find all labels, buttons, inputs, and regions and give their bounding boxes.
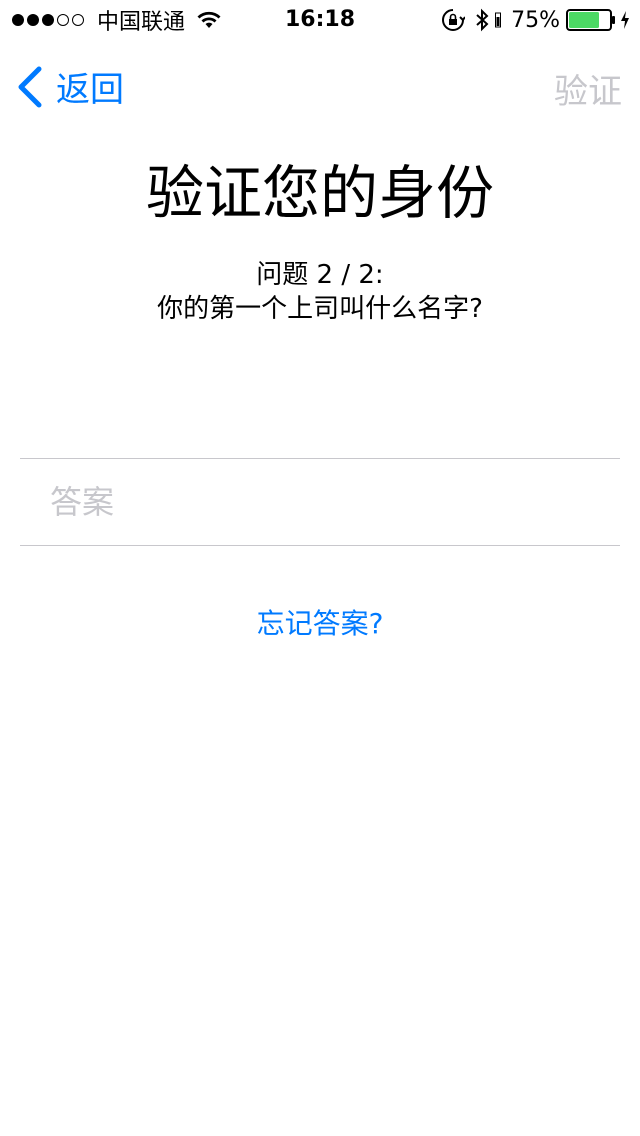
answer-field[interactable] xyxy=(20,460,620,544)
question-block: 问题 2 / 2: 你的第一个上司叫什么名字? xyxy=(0,258,640,326)
page-title: 验证您的身份 xyxy=(145,159,494,227)
chevron-left-icon xyxy=(18,66,42,107)
status-bar: 中国联通 16:18 75% xyxy=(0,0,640,40)
status-right: 75% xyxy=(441,6,630,34)
back-button[interactable]: 返回 xyxy=(14,62,124,111)
bluetooth-battery-icon xyxy=(495,12,502,28)
battery-percent: 75% xyxy=(511,7,560,33)
nav-bar: 返回 验证 xyxy=(0,40,640,128)
answer-bottom-divider xyxy=(20,545,620,546)
answer-top-divider xyxy=(20,458,620,459)
back-label: 返回 xyxy=(56,70,124,110)
question-text: 你的第一个上司叫什么名字? xyxy=(157,294,483,324)
question-number: 问题 2 / 2: xyxy=(256,260,384,290)
screen: 中国联通 16:18 75% 返回 验证 验证您的身份 问题 2 / 2: 你的… xyxy=(0,0,640,1136)
forgot-answer-link[interactable]: 忘记答案? xyxy=(0,602,640,642)
charging-icon xyxy=(621,11,629,29)
battery-icon xyxy=(566,9,615,31)
verify-button[interactable]: 验证 xyxy=(554,64,622,113)
rotation-lock-icon xyxy=(442,9,466,31)
bluetooth-icon xyxy=(476,8,489,32)
